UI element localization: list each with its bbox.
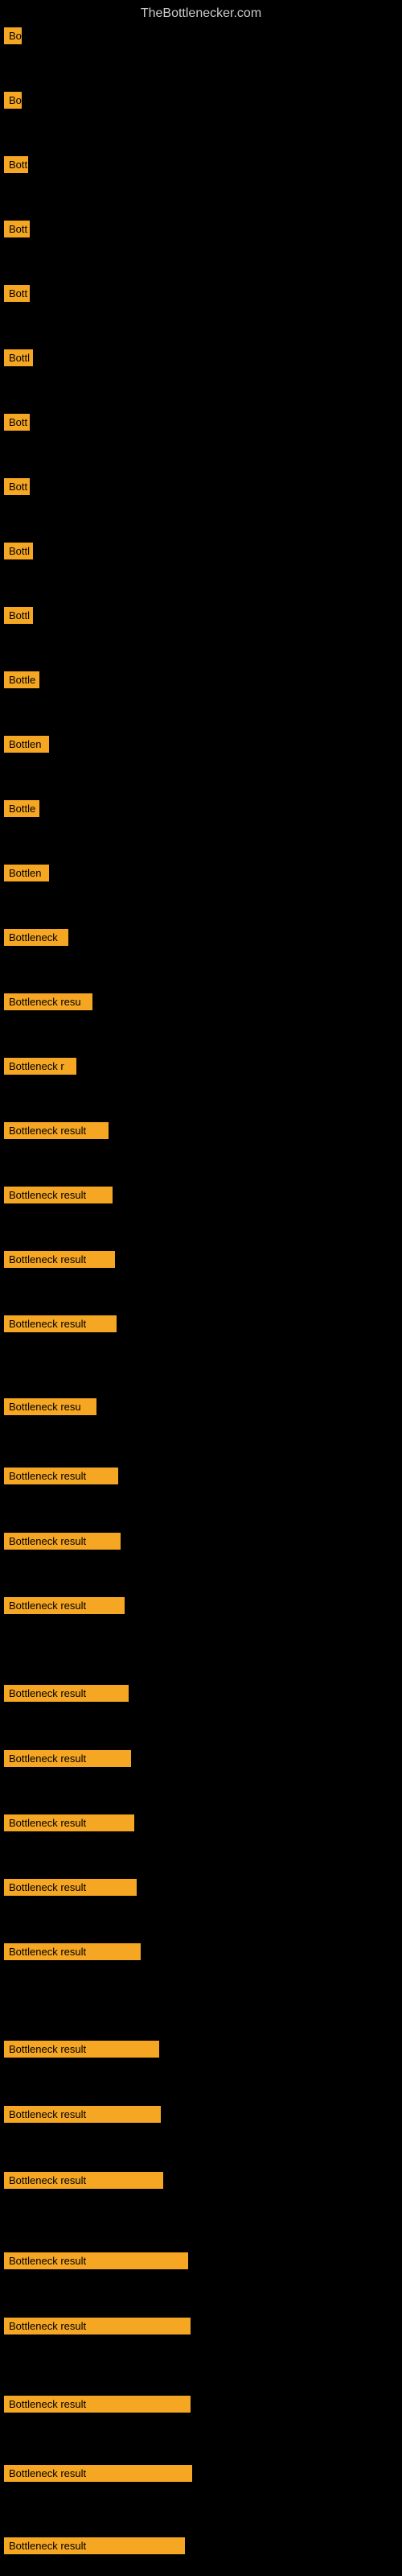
bottleneck-label: Bottleneck result xyxy=(4,1750,131,1767)
list-item: Bottleneck resu xyxy=(4,1395,96,1422)
bottleneck-label: Bottleneck result xyxy=(4,2396,191,2413)
list-item: Bottleneck result xyxy=(4,1940,141,1967)
bottleneck-label: Bottleneck result xyxy=(4,1251,115,1268)
list-item: Bottl xyxy=(4,539,33,567)
bottleneck-label: Bott xyxy=(4,414,30,431)
bottleneck-label: Bottleneck result xyxy=(4,1315,117,1332)
list-item: Bottleneck result xyxy=(4,1747,131,1774)
bottleneck-label: Bott xyxy=(4,478,30,495)
bottleneck-label: Bott xyxy=(4,285,30,302)
list-item: Bottlen xyxy=(4,861,49,889)
list-item: Bottleneck result xyxy=(4,2169,163,2196)
bottleneck-label: Bottlen xyxy=(4,865,49,881)
bottleneck-label: Bottleneck r xyxy=(4,1058,76,1075)
list-item: Bottleneck result xyxy=(4,1312,117,1340)
list-item: Bott xyxy=(4,475,30,502)
list-item: Bottl xyxy=(4,346,33,374)
list-item: Bottleneck result xyxy=(4,2314,191,2342)
list-item: Bottleneck result xyxy=(4,2249,188,2277)
bottleneck-label: Bottleneck result xyxy=(4,1879,137,1896)
bottleneck-label: Bottleneck result xyxy=(4,2318,191,2334)
bottleneck-label: Bottleneck result xyxy=(4,1122,109,1139)
list-item: Bottleneck result xyxy=(4,1682,129,1709)
list-item: Bottlen xyxy=(4,733,49,760)
bottleneck-label: Bottleneck resu xyxy=(4,1398,96,1415)
site-title: TheBottlenecker.com xyxy=(0,0,402,27)
list-item: Bottleneck result xyxy=(4,1594,125,1621)
list-item: Bottleneck result xyxy=(4,1876,137,1903)
list-item: Bottleneck resu xyxy=(4,990,92,1018)
bottleneck-label: Bottleneck result xyxy=(4,1468,118,1484)
bottleneck-label: Bo xyxy=(4,92,22,109)
list-item: Bottleneck result xyxy=(4,2037,159,2065)
list-item: Bottleneck result xyxy=(4,2534,185,2562)
bottleneck-label: Bottleneck result xyxy=(4,1597,125,1614)
bottleneck-label: Bottleneck xyxy=(4,929,68,946)
bottleneck-label: Bottleneck result xyxy=(4,2537,185,2554)
list-item: Bottleneck result xyxy=(4,1183,113,1211)
list-item: Bott xyxy=(4,411,30,438)
list-item: Bottleneck result xyxy=(4,2462,192,2489)
list-item: Bottleneck xyxy=(4,926,68,953)
list-item: Bottleneck r xyxy=(4,1055,76,1082)
bottleneck-label: Bott xyxy=(4,221,30,237)
bottleneck-label: Bottleneck result xyxy=(4,2106,161,2123)
list-item: Bottleneck result xyxy=(4,1464,118,1492)
bottleneck-label: Bottleneck result xyxy=(4,1533,121,1550)
bottleneck-label: Bottl xyxy=(4,607,33,624)
list-item: Bo xyxy=(4,24,22,52)
list-item: Bo xyxy=(4,89,22,116)
bottleneck-label: Bottle xyxy=(4,671,39,688)
bottleneck-label: Bott xyxy=(4,156,28,173)
list-item: Bottle xyxy=(4,668,39,696)
list-item: Bottle xyxy=(4,797,39,824)
list-item: Bott xyxy=(4,153,28,180)
list-item: Bottleneck result xyxy=(4,1530,121,1557)
list-item: Bottleneck result xyxy=(4,1248,115,1275)
bottleneck-label: Bottleneck result xyxy=(4,1685,129,1702)
bottleneck-label: Bottleneck result xyxy=(4,2252,188,2269)
bottleneck-label: Bottleneck result xyxy=(4,1187,113,1203)
list-item: Bottleneck result xyxy=(4,2392,191,2420)
bottleneck-label: Bottl xyxy=(4,349,33,366)
bottleneck-label: Bottleneck result xyxy=(4,1814,134,1831)
bottleneck-label: Bottlen xyxy=(4,736,49,753)
list-item: Bott xyxy=(4,217,30,245)
bottleneck-label: Bo xyxy=(4,27,22,44)
bottleneck-label: Bottleneck result xyxy=(4,2172,163,2189)
list-item: Bottl xyxy=(4,604,33,631)
list-item: Bottleneck result xyxy=(4,2103,161,2130)
bottleneck-label: Bottleneck result xyxy=(4,2041,159,2058)
bottleneck-label: Bottleneck result xyxy=(4,2465,192,2482)
bottleneck-label: Bottleneck result xyxy=(4,1943,141,1960)
bottleneck-label: Bottleneck resu xyxy=(4,993,92,1010)
bottleneck-label: Bottl xyxy=(4,543,33,559)
list-item: Bott xyxy=(4,282,30,309)
bottleneck-label: Bottle xyxy=(4,800,39,817)
list-item: Bottleneck result xyxy=(4,1119,109,1146)
list-item: Bottleneck result xyxy=(4,1811,134,1839)
